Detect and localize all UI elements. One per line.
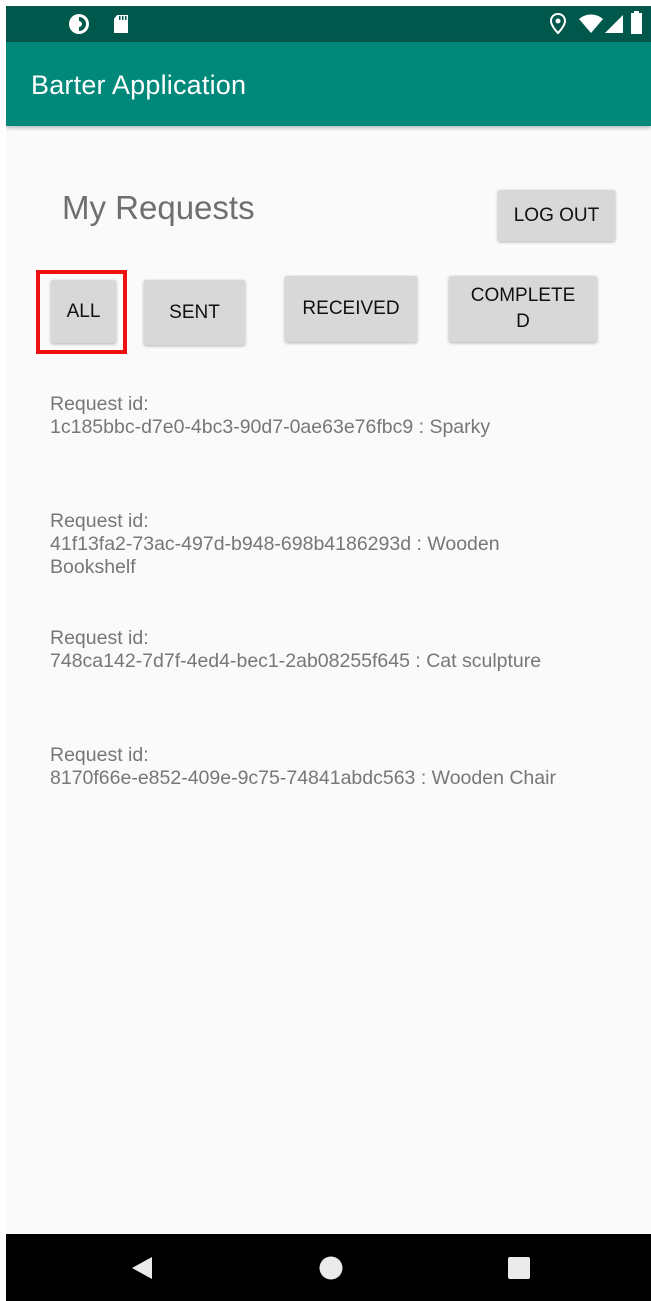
wifi-icon [579,14,603,33]
home-icon[interactable] [318,1255,344,1281]
recents-icon[interactable] [507,1256,531,1280]
filter-completed-button[interactable]: COMPLETE D [449,276,597,342]
app-notification-icon [69,14,89,34]
request-id-label: Request id: [50,510,149,532]
list-item[interactable]: Request id: 41f13fa2-73ac-497d-b948-698b… [50,510,590,579]
filter-received-button[interactable]: RECEIVED [285,276,417,342]
request-id-label: Request id: [50,393,149,415]
app-title: Barter Application [31,70,247,100]
sd-card-icon [114,15,128,33]
list-item[interactable]: Request id: 8170f66e-e852-409e-9c75-7484… [50,744,590,790]
screen: Barter Application My Requests LOG OUT A… [6,6,651,1301]
selected-highlight [36,270,127,354]
request-id-value: 1c185bbc-d7e0-4bc3-90d7-0ae63e76fbc9 : S… [50,416,491,438]
request-id-value: 8170f66e-e852-409e-9c75-74841abdc563 : W… [50,767,556,789]
nav-bar [6,1234,651,1301]
request-id-label: Request id: [50,744,149,766]
cell-signal-icon [605,15,623,33]
status-bar [6,6,651,42]
list-item[interactable]: Request id: 748ca142-7d7f-4ed4-bec1-2ab0… [50,627,590,673]
request-id-label: Request id: [50,627,149,649]
location-icon [549,13,567,35]
request-id-value: 41f13fa2-73ac-497d-b948-698b4186293d : W… [50,533,500,578]
page-title: My Requests [62,189,255,226]
list-item[interactable]: Request id: 1c185bbc-d7e0-4bc3-90d7-0ae6… [50,393,590,439]
back-icon[interactable] [130,1256,154,1280]
filter-sent-button[interactable]: SENT [144,280,245,345]
app-bar: Barter Application [6,42,651,126]
request-id-value: 748ca142-7d7f-4ed4-bec1-2ab08255f645 : C… [50,650,542,672]
battery-icon [631,11,642,34]
logout-button[interactable]: LOG OUT [498,190,615,241]
